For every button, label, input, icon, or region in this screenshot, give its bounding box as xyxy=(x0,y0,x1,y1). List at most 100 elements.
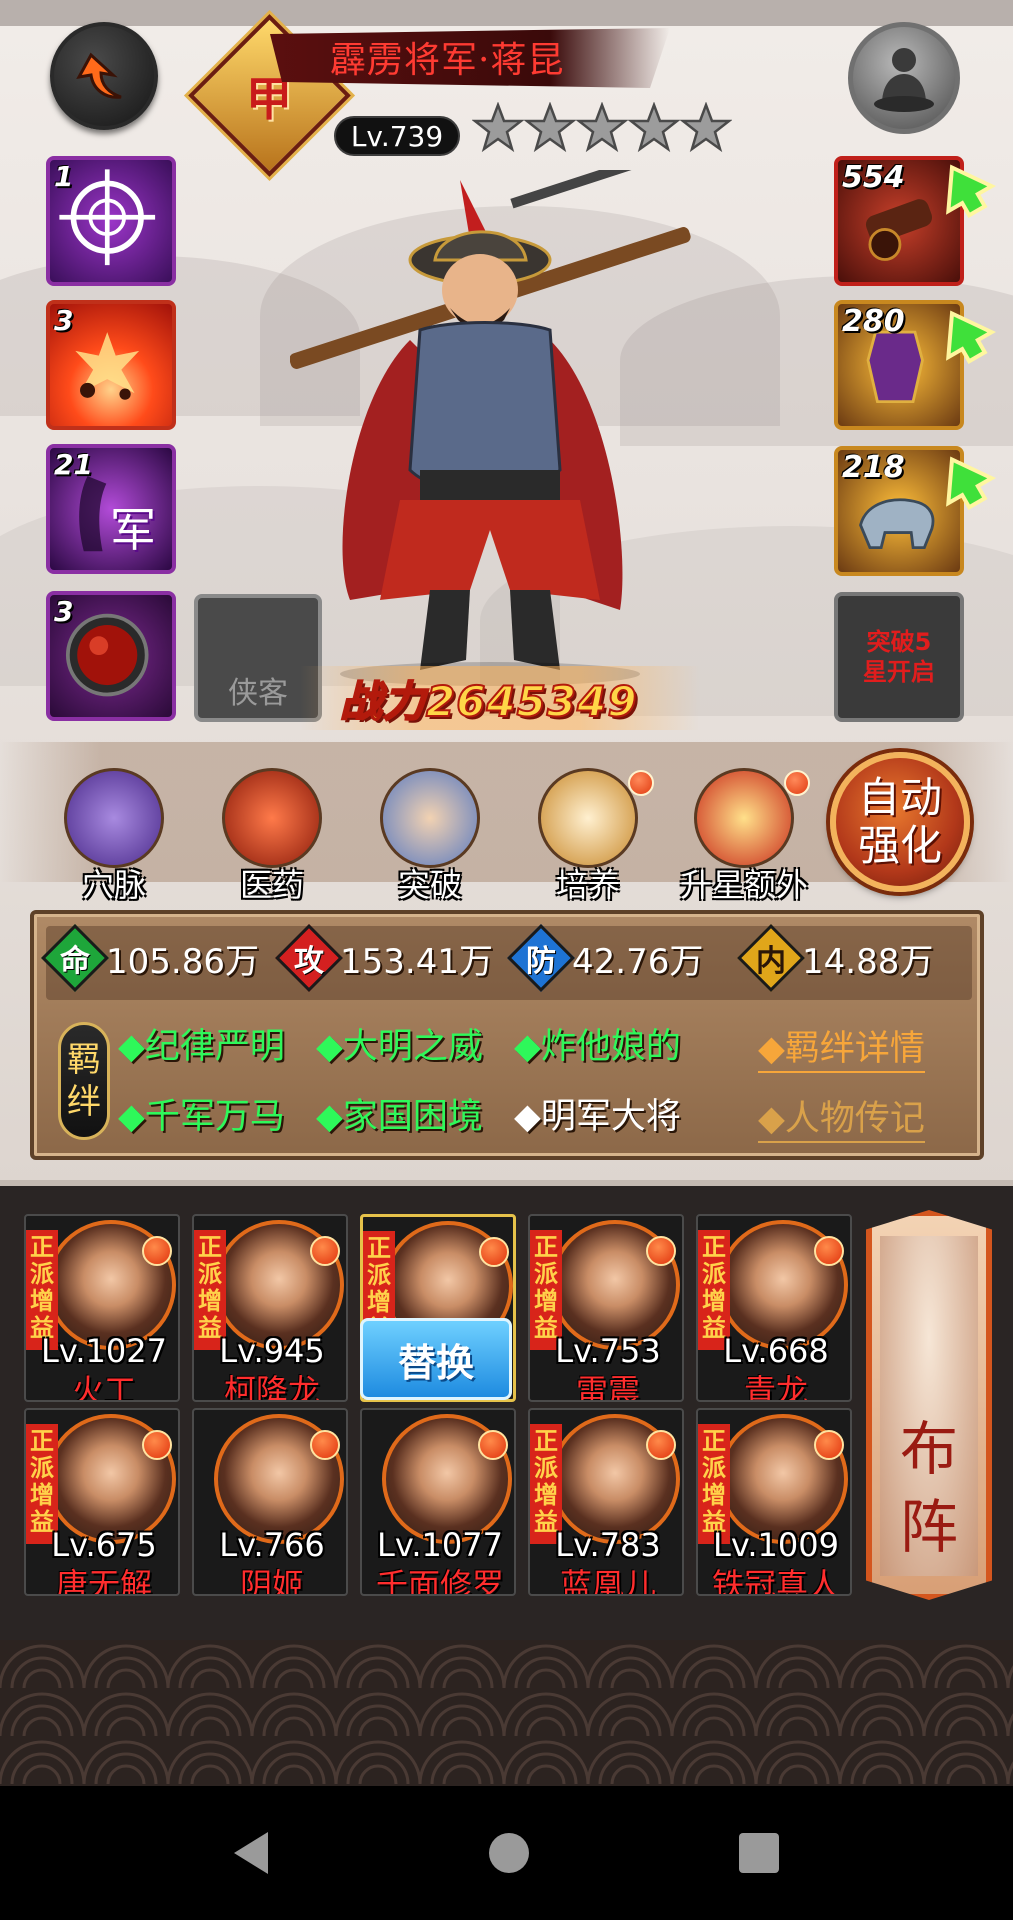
auto-line1: 自动 xyxy=(857,773,942,822)
defense-icon: 防 xyxy=(512,929,570,987)
breakthrough-button[interactable]: 突破 xyxy=(366,764,494,904)
bond-item: ◆炸他娘的 xyxy=(514,1027,681,1067)
hero-level: Lv.1009 xyxy=(713,1526,839,1564)
hero-name: 柯降龙 xyxy=(223,1372,320,1402)
notification-dot xyxy=(142,1430,172,1460)
notification-dot xyxy=(814,1236,844,1266)
upgrade-arrow-icon xyxy=(930,296,1000,366)
notification-dot xyxy=(784,770,810,796)
defense-value: 42.76万 xyxy=(572,941,704,982)
hero-name: 唐无解 xyxy=(55,1566,152,1596)
star-icon xyxy=(576,102,628,153)
cultivate-label: 培养 xyxy=(555,866,620,904)
team-hero-card[interactable]: 正派增益 Lv.668 青龙 xyxy=(696,1214,852,1402)
scroll-icon xyxy=(538,768,638,868)
stat-defense: 防 42.76万 xyxy=(512,928,703,988)
equip-count: 280 xyxy=(842,304,905,339)
bond-detail-link[interactable]: ◆羁绊详情 xyxy=(758,1020,925,1073)
skill-slot-red-orb[interactable]: 3 xyxy=(46,591,176,721)
skill-count: 1 xyxy=(54,160,74,193)
team-hero-card[interactable]: 正派增益 Lv.675 唐无解 xyxy=(24,1408,180,1596)
notification-dot xyxy=(142,1236,172,1266)
auto-line2: 强化 xyxy=(857,821,942,870)
cultivate-button[interactable]: 培养 xyxy=(524,764,654,904)
nav-recents-icon[interactable] xyxy=(734,1828,784,1878)
breakthrough-icon xyxy=(380,768,480,868)
combat-power: 战力2645349 xyxy=(339,676,638,727)
bond-item: ◆大明之威 xyxy=(316,1027,483,1067)
breakthrough-locked-slot[interactable]: 突破5 星开启 xyxy=(834,592,964,722)
notification-dot xyxy=(646,1430,676,1460)
team-hero-card[interactable]: Lv.1077 千面修罗 xyxy=(360,1408,516,1596)
hero-name: 青龙 xyxy=(743,1372,808,1402)
player-avatar-button[interactable] xyxy=(848,22,960,134)
back-arrow-icon xyxy=(76,52,122,99)
team-hero-card[interactable]: 正派增益 Lv.945 柯降龙 xyxy=(192,1214,348,1402)
hero-level: Lv.739 xyxy=(334,116,460,156)
life-icon: 命 xyxy=(46,929,104,987)
bond-tag: 羁绊 xyxy=(58,1022,110,1140)
stat-inner: 内 14.88万 xyxy=(742,928,933,988)
attack-icon: 攻 xyxy=(280,929,338,987)
biography-link[interactable]: ◆人物传记 xyxy=(758,1090,925,1143)
skill-slot-crosshair[interactable]: 1 xyxy=(46,156,176,286)
bond-item: ◆明军大将 xyxy=(514,1097,681,1137)
team-hero-card[interactable]: 正派增益 Lv.753 雷震 xyxy=(528,1214,684,1402)
star-icon xyxy=(628,102,680,153)
stat-attack: 攻 153.41万 xyxy=(280,928,493,988)
hero-level: Lv.1027 xyxy=(41,1332,167,1370)
hero-name: 火工 xyxy=(71,1372,136,1402)
hero-level: Lv.783 xyxy=(555,1526,661,1564)
team-hero-card[interactable]: Lv.766 阴姬 xyxy=(192,1408,348,1596)
formation-char: 阵 xyxy=(899,1493,958,1561)
bond-item: ◆纪律严明 xyxy=(118,1027,285,1067)
status-strip xyxy=(0,0,1013,26)
nav-home-icon[interactable] xyxy=(484,1828,534,1878)
hero-level: Lv.945 xyxy=(219,1332,325,1370)
hero-figure-illustration xyxy=(290,170,691,686)
star-icon xyxy=(524,102,576,153)
hero-name: 千面修罗 xyxy=(375,1566,504,1596)
notification-dot xyxy=(310,1236,340,1266)
skill-slot-army[interactable]: 军 21 xyxy=(46,444,176,574)
breakthrough-line2: 星开启 xyxy=(863,658,935,686)
hero-level: Lv.668 xyxy=(723,1332,829,1370)
team-hero-card[interactable]: 正派增益 Lv.1009 铁冠真人 xyxy=(696,1408,852,1596)
hero-level: Lv.753 xyxy=(555,1332,661,1370)
meridian-button[interactable]: 穴脉 xyxy=(50,764,178,904)
meridian-label: 穴脉 xyxy=(81,866,146,904)
bond-item: ◆家国困境 xyxy=(316,1097,483,1137)
notification-dot xyxy=(646,1236,676,1266)
medicine-button[interactable]: 医药 xyxy=(208,764,336,904)
notification-dot xyxy=(628,770,654,796)
medicine-icon xyxy=(222,768,322,868)
replace-button[interactable]: 替换 xyxy=(360,1318,512,1400)
upgrade-arrow-icon xyxy=(930,442,1000,512)
hero-name: 铁冠真人 xyxy=(711,1566,840,1596)
star-icon xyxy=(680,102,732,153)
hero-name: 霹雳将军·蒋昆 xyxy=(330,40,565,81)
attack-value: 153.41万 xyxy=(340,941,493,982)
equip-count: 554 xyxy=(842,160,905,195)
back-button[interactable] xyxy=(50,22,158,130)
inner-icon: 内 xyxy=(742,929,800,987)
meditating-figure-icon xyxy=(874,48,934,112)
skill-slot-explosion[interactable]: 3 xyxy=(46,300,176,430)
bond-item: ◆千军万马 xyxy=(118,1097,285,1137)
team-hero-card[interactable]: 正派增益 Lv.783 蓝凰儿 xyxy=(528,1408,684,1596)
auto-strengthen-button[interactable]: 自动 强化 xyxy=(830,752,970,892)
skill-count: 3 xyxy=(54,304,74,337)
inner-value: 14.88万 xyxy=(802,941,934,982)
breakthrough-line1: 突破5 xyxy=(866,628,932,656)
nav-back-icon[interactable] xyxy=(228,1828,278,1878)
hero-name: 蓝凰儿 xyxy=(559,1566,656,1596)
hero-name: 雷震 xyxy=(575,1372,640,1402)
team-hero-card[interactable]: 正派增益 Lv.1027 火工 xyxy=(24,1214,180,1402)
formation-label[interactable]: 布阵 xyxy=(866,1410,992,1566)
meridian-icon xyxy=(64,768,164,868)
star-upgrade-button[interactable]: 升星额外 xyxy=(680,764,810,904)
skill-glyph: 军 xyxy=(110,503,156,557)
skill-count: 21 xyxy=(54,448,93,481)
hero-level: Lv.1077 xyxy=(377,1526,503,1564)
system-nav-bar xyxy=(0,1786,1013,1920)
